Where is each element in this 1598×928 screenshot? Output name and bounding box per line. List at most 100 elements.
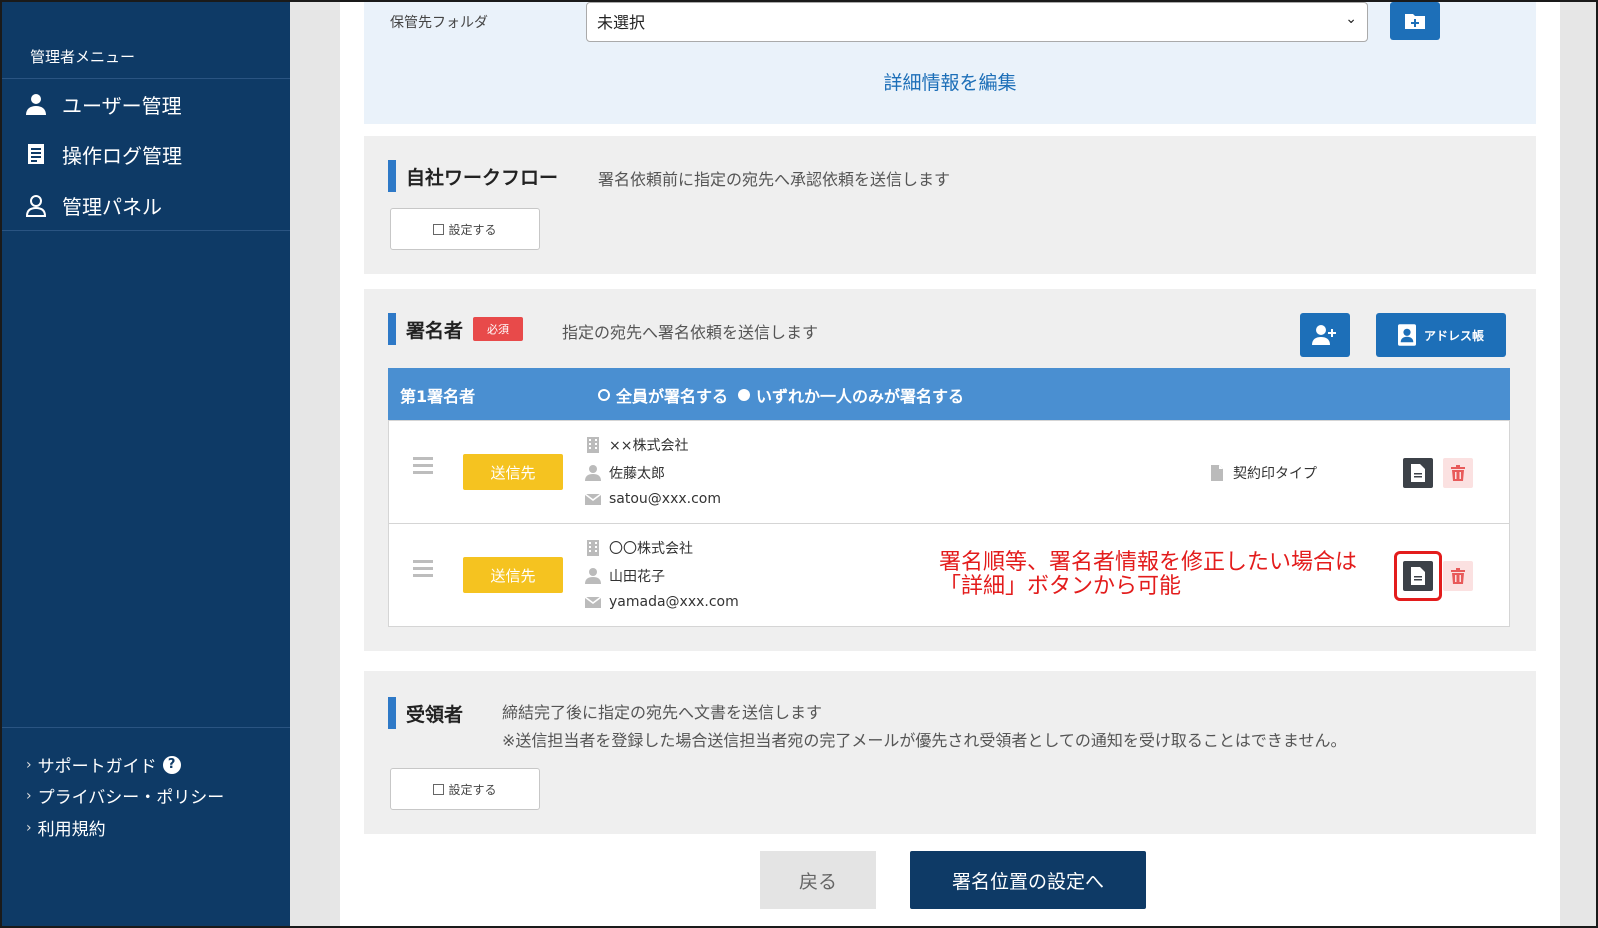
user-plus-icon [1312, 325, 1336, 345]
person-line: 山田花子 [585, 566, 665, 586]
document-icon [1411, 464, 1425, 482]
signer-group-header: 第1署名者 全員が署名する いずれか一人のみが署名する [388, 368, 1510, 420]
sidebar-divider [2, 230, 290, 231]
email-address: yamada@xxx.com [609, 594, 739, 610]
checkbox-icon [433, 223, 445, 235]
workflow-section: 自社ワークフロー 署名依頼前に指定の宛先へ承認依頼を送信します 設定する [364, 136, 1536, 274]
email-address: satou@xxx.com [609, 491, 722, 507]
annotation-line: 「詳細」ボタンから可能 [939, 574, 1182, 599]
checkbox-icon [433, 783, 445, 795]
mail-icon [585, 596, 601, 608]
signers-title-text: 署名者 [406, 319, 464, 342]
recipients-setting-label: 設定する [448, 782, 497, 797]
address-book-icon [1397, 324, 1416, 346]
sidebar-divider [2, 727, 290, 728]
delete-button[interactable] [1443, 458, 1473, 488]
person-name: 山田花子 [609, 569, 665, 585]
help-icon: ? [162, 755, 181, 774]
section-marker [388, 697, 396, 729]
sidebar: 管理者メニュー ユーザー管理 操作ログ管理 管理パネル › サポートガイド ? … [2, 2, 290, 926]
privacy-policy-label: プライバシー・ポリシー [37, 788, 225, 808]
support-guide-link[interactable]: › サポートガイド ? [26, 752, 181, 777]
workflow-title: 自社ワークフロー [388, 160, 558, 192]
signature-position-button[interactable]: 署名位置の設定へ [910, 851, 1146, 909]
workflow-setting-label: 設定する [448, 222, 497, 237]
log-icon [28, 144, 44, 164]
sign-mode-options: 全員が署名する いずれか一人のみが署名する [598, 383, 964, 407]
detail-button[interactable] [1403, 458, 1433, 488]
role-button[interactable]: 送信先 [463, 557, 563, 593]
sidebar-item-label: 操作ログ管理 [62, 143, 182, 168]
document-icon [1411, 567, 1425, 585]
drag-handle-icon[interactable] [413, 560, 433, 581]
company-name: ××株式会社 [609, 438, 689, 454]
chevron-right-icon: › [26, 819, 32, 836]
workflow-description: 署名依頼前に指定の宛先へ承認依頼を送信します [598, 170, 951, 189]
document-icon [1211, 465, 1223, 481]
seal-type: 契約印タイプ [1209, 463, 1317, 483]
chevron-right-icon: › [26, 787, 32, 804]
person-icon [585, 465, 601, 481]
recipients-title: 受領者 [388, 697, 463, 729]
person-line: 佐藤太郎 [585, 463, 665, 483]
signer-group-label: 第1署名者 [400, 387, 476, 406]
address-book-button[interactable]: アドレス帳 [1376, 313, 1506, 357]
signers-description: 指定の宛先へ署名依頼を送信します [562, 323, 819, 342]
sidebar-divider [2, 78, 290, 79]
new-folder-button[interactable] [1390, 2, 1440, 40]
seal-type-label: 契約印タイプ [1233, 466, 1317, 482]
chevron-down-icon: ⌄ [1345, 11, 1357, 27]
workflow-title-text: 自社ワークフロー [406, 166, 559, 189]
terms-link[interactable]: › 利用規約 [26, 815, 106, 841]
delete-button[interactable] [1443, 561, 1473, 591]
radio-all[interactable] [598, 389, 610, 401]
recipients-description: 締結完了後に指定の宛先へ文書を送信します [502, 703, 823, 722]
add-signer-button[interactable] [1300, 313, 1350, 357]
terms-label: 利用規約 [37, 820, 106, 840]
detail-button[interactable] [1403, 561, 1433, 591]
annotation-text: 署名順等、署名者情報を修正したい場合は 「詳細」ボタンから可能 [939, 551, 1357, 599]
section-marker [388, 313, 396, 345]
mail-icon [585, 493, 601, 505]
recipients-title-text: 受領者 [406, 703, 464, 726]
admin-icon [25, 195, 47, 217]
signer-row: 送信先 〇〇株式会社 山田花子 yamada@xxx.com 署名順等、署名者情… [388, 523, 1510, 627]
back-button[interactable]: 戻る [760, 851, 876, 909]
sidebar-item-user-management[interactable]: ユーザー管理 [24, 84, 182, 124]
company-line: ××株式会社 [585, 435, 688, 455]
chevron-right-icon: › [26, 756, 32, 773]
privacy-policy-link[interactable]: › プライバシー・ポリシー [26, 783, 225, 809]
signer-row: 送信先 ××株式会社 佐藤太郎 satou@xxx.com 契約印タイプ [388, 420, 1510, 524]
storage-section: 保管先フォルダ 未選択 ⌄ 詳細情報を編集 [364, 2, 1536, 124]
building-icon [587, 437, 599, 453]
sidebar-item-admin-panel[interactable]: 管理パネル [24, 185, 162, 225]
radio-one[interactable] [738, 389, 751, 401]
trash-icon [1451, 465, 1465, 481]
recipients-setting-button[interactable]: 設定する [390, 768, 540, 810]
folder-plus-icon [1405, 14, 1425, 29]
edit-details-link[interactable]: 詳細情報を編集 [364, 68, 1536, 95]
annotation-line: 署名順等、署名者情報を修正したい場合は [939, 550, 1358, 575]
email-line: satou@xxx.com [585, 491, 721, 507]
radio-all-label: 全員が署名する [616, 387, 729, 406]
storage-folder-select[interactable]: 未選択 ⌄ [586, 2, 1368, 42]
workflow-setting-button[interactable]: 設定する [390, 208, 540, 250]
sidebar-item-label: ユーザー管理 [62, 93, 182, 118]
person-name: 佐藤太郎 [609, 466, 665, 482]
role-button[interactable]: 送信先 [463, 454, 563, 490]
trash-icon [1451, 568, 1465, 584]
section-marker [388, 160, 396, 192]
sidebar-item-log-management[interactable]: 操作ログ管理 [24, 134, 182, 174]
sidebar-menu-title: 管理者メニュー [30, 48, 136, 66]
storage-folder-value: 未選択 [597, 13, 646, 32]
recipients-section: 受領者 締結完了後に指定の宛先へ文書を送信します ※送信担当者を登録した場合送信… [364, 671, 1536, 834]
sidebar-item-label: 管理パネル [62, 194, 162, 219]
radio-one-label: いずれか一人のみが署名する [756, 387, 965, 406]
address-book-label: アドレス帳 [1423, 328, 1484, 343]
company-line: 〇〇株式会社 [585, 538, 693, 558]
storage-folder-label: 保管先フォルダ [390, 15, 488, 31]
drag-handle-icon[interactable] [413, 457, 433, 478]
user-icon [26, 94, 46, 115]
app-frame: 管理者メニュー ユーザー管理 操作ログ管理 管理パネル › サポートガイド ? … [0, 0, 1598, 928]
email-line: yamada@xxx.com [585, 594, 739, 610]
